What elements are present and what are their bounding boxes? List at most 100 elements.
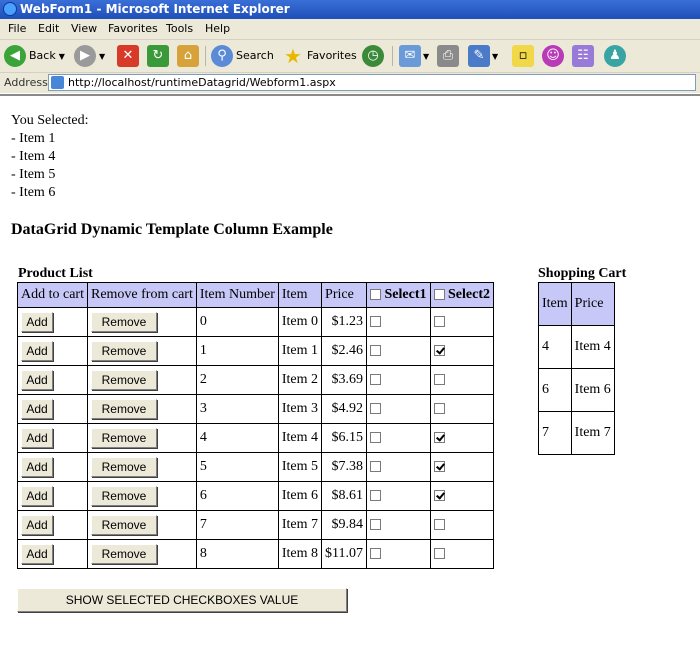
menu-help[interactable]: Help (205, 19, 230, 39)
remove-button[interactable]: Remove (90, 486, 157, 506)
price-cell: $3.69 (321, 365, 368, 395)
select1-checkbox[interactable] (370, 345, 382, 357)
mail-button[interactable]: ✉ ▼ (399, 44, 429, 68)
cart-price-cell: Item 4 (570, 325, 615, 369)
select2-checkbox[interactable] (433, 316, 445, 328)
add-button[interactable]: Add (21, 544, 53, 564)
menu-tools[interactable]: Tools (166, 19, 193, 39)
table-row: Add Remove 4 Item 4 $6.15 (17, 423, 494, 453)
address-bar: Address http://localhost/runtimeDatagrid… (0, 73, 700, 93)
research-button[interactable]: ☷ (572, 44, 594, 68)
select2-checkbox[interactable] (433, 461, 445, 473)
add-button[interactable]: Add (21, 486, 53, 506)
menu-view[interactable]: View (71, 19, 97, 39)
forward-button[interactable]: ▶ ▼ (74, 44, 105, 68)
add-button[interactable]: Add (21, 428, 53, 448)
history-button[interactable]: ◷ (362, 44, 384, 68)
select2-all-checkbox[interactable] (433, 289, 445, 301)
users-icon: ♟ (604, 45, 626, 67)
cart-row: 6 Item 6 (538, 368, 615, 412)
select1-checkbox[interactable] (370, 519, 382, 531)
refresh-button[interactable]: ↻ (147, 44, 169, 68)
select1-checkbox[interactable] (370, 316, 382, 328)
remove-button[interactable]: Remove (90, 544, 157, 564)
address-input[interactable]: http://localhost/runtimeDatagrid/Webform… (48, 74, 696, 91)
add-button[interactable]: Add (21, 457, 53, 477)
ie-logo-icon (3, 2, 17, 16)
item-cell: Item 1 (277, 336, 323, 366)
cart-price-cell: Item 6 (570, 368, 615, 412)
messenger-button[interactable]: ☺ (542, 44, 564, 68)
remove-button[interactable]: Remove (90, 399, 157, 419)
select1-all-checkbox[interactable] (370, 289, 382, 301)
price-cell: $1.23 (321, 307, 368, 337)
table-row: Add Remove 7 Item 7 $9.84 (17, 510, 494, 540)
stop-button[interactable]: ✕ (117, 44, 139, 68)
history-icon: ◷ (362, 45, 384, 67)
back-button[interactable]: ◀ Back ▼ (4, 44, 65, 68)
add-button[interactable]: Add (21, 370, 53, 390)
add-button[interactable]: Add (21, 341, 53, 361)
header-select1: Select1 (366, 282, 431, 308)
select1-checkbox[interactable] (370, 548, 382, 560)
cart-row: 7 Item 7 (538, 411, 615, 455)
item-cell: Item 6 (277, 481, 323, 511)
remove-button[interactable]: Remove (90, 341, 157, 361)
users-button[interactable]: ♟ (604, 44, 626, 68)
table-row: Add Remove 2 Item 2 $3.69 (17, 365, 494, 395)
add-button[interactable]: Add (21, 312, 53, 332)
search-button[interactable]: ⚲ Search (211, 44, 274, 68)
select2-checkbox[interactable] (433, 490, 445, 502)
page-icon (51, 76, 64, 89)
cart-item-cell: 4 (538, 325, 572, 369)
item-number-cell: 5 (195, 452, 279, 482)
select2-checkbox[interactable] (433, 432, 445, 444)
price-cell: $2.46 (321, 336, 368, 366)
select2-checkbox[interactable] (433, 519, 445, 531)
product-list-label: Product List (18, 266, 93, 281)
discuss-button[interactable]: ▫ (512, 44, 534, 68)
print-button[interactable]: ⎙ (437, 44, 459, 68)
table-row: Add Remove 3 Item 3 $4.92 (17, 394, 494, 424)
item-cell: Item 8 (277, 539, 323, 569)
header-price: Price (321, 282, 368, 308)
back-arrow-icon: ◀ (4, 45, 26, 67)
remove-button[interactable]: Remove (90, 312, 157, 332)
item-cell: Item 2 (277, 365, 323, 395)
item-cell: Item 7 (277, 510, 323, 540)
select1-checkbox[interactable] (370, 403, 382, 415)
remove-button[interactable]: Remove (90, 515, 157, 535)
remove-button[interactable]: Remove (90, 457, 157, 477)
cart-grid-header: Item Price (538, 282, 615, 326)
menu-file[interactable]: File (8, 19, 26, 39)
select2-checkbox[interactable] (433, 548, 445, 560)
add-button[interactable]: Add (21, 515, 53, 535)
remove-button[interactable]: Remove (90, 428, 157, 448)
remove-button[interactable]: Remove (90, 370, 157, 390)
favorites-button[interactable]: ★ Favorites (282, 44, 357, 68)
add-button[interactable]: Add (21, 399, 53, 419)
select1-checkbox[interactable] (370, 490, 382, 502)
menu-favorites[interactable]: Favorites (108, 19, 158, 39)
window-title-bar: WebForm1 - Microsoft Internet Explorer (0, 0, 700, 19)
select2-checkbox[interactable] (433, 374, 445, 386)
item-number-cell: 8 (195, 539, 279, 569)
selected-item: - Item 5 (11, 167, 56, 182)
select2-checkbox[interactable] (433, 403, 445, 415)
header-add-to-cart: Add to cart (17, 282, 88, 308)
item-number-cell: 4 (195, 423, 279, 453)
select2-checkbox[interactable] (433, 345, 445, 357)
show-selected-button[interactable]: SHOW SELECTED CHECKBOXES VALUE (17, 588, 347, 612)
research-icon: ☷ (572, 45, 594, 67)
table-row: Add Remove 6 Item 6 $8.61 (17, 481, 494, 511)
selected-item: - Item 6 (11, 185, 56, 200)
item-cell: Item 0 (277, 307, 323, 337)
home-button[interactable]: ⌂ (177, 44, 199, 68)
menu-edit[interactable]: Edit (38, 19, 59, 39)
select1-checkbox[interactable] (370, 461, 382, 473)
select1-checkbox[interactable] (370, 374, 382, 386)
price-cell: $6.15 (321, 423, 368, 453)
selected-item: - Item 4 (11, 149, 56, 164)
select1-checkbox[interactable] (370, 432, 382, 444)
edit-button[interactable]: ✎ ▼ (468, 44, 498, 68)
